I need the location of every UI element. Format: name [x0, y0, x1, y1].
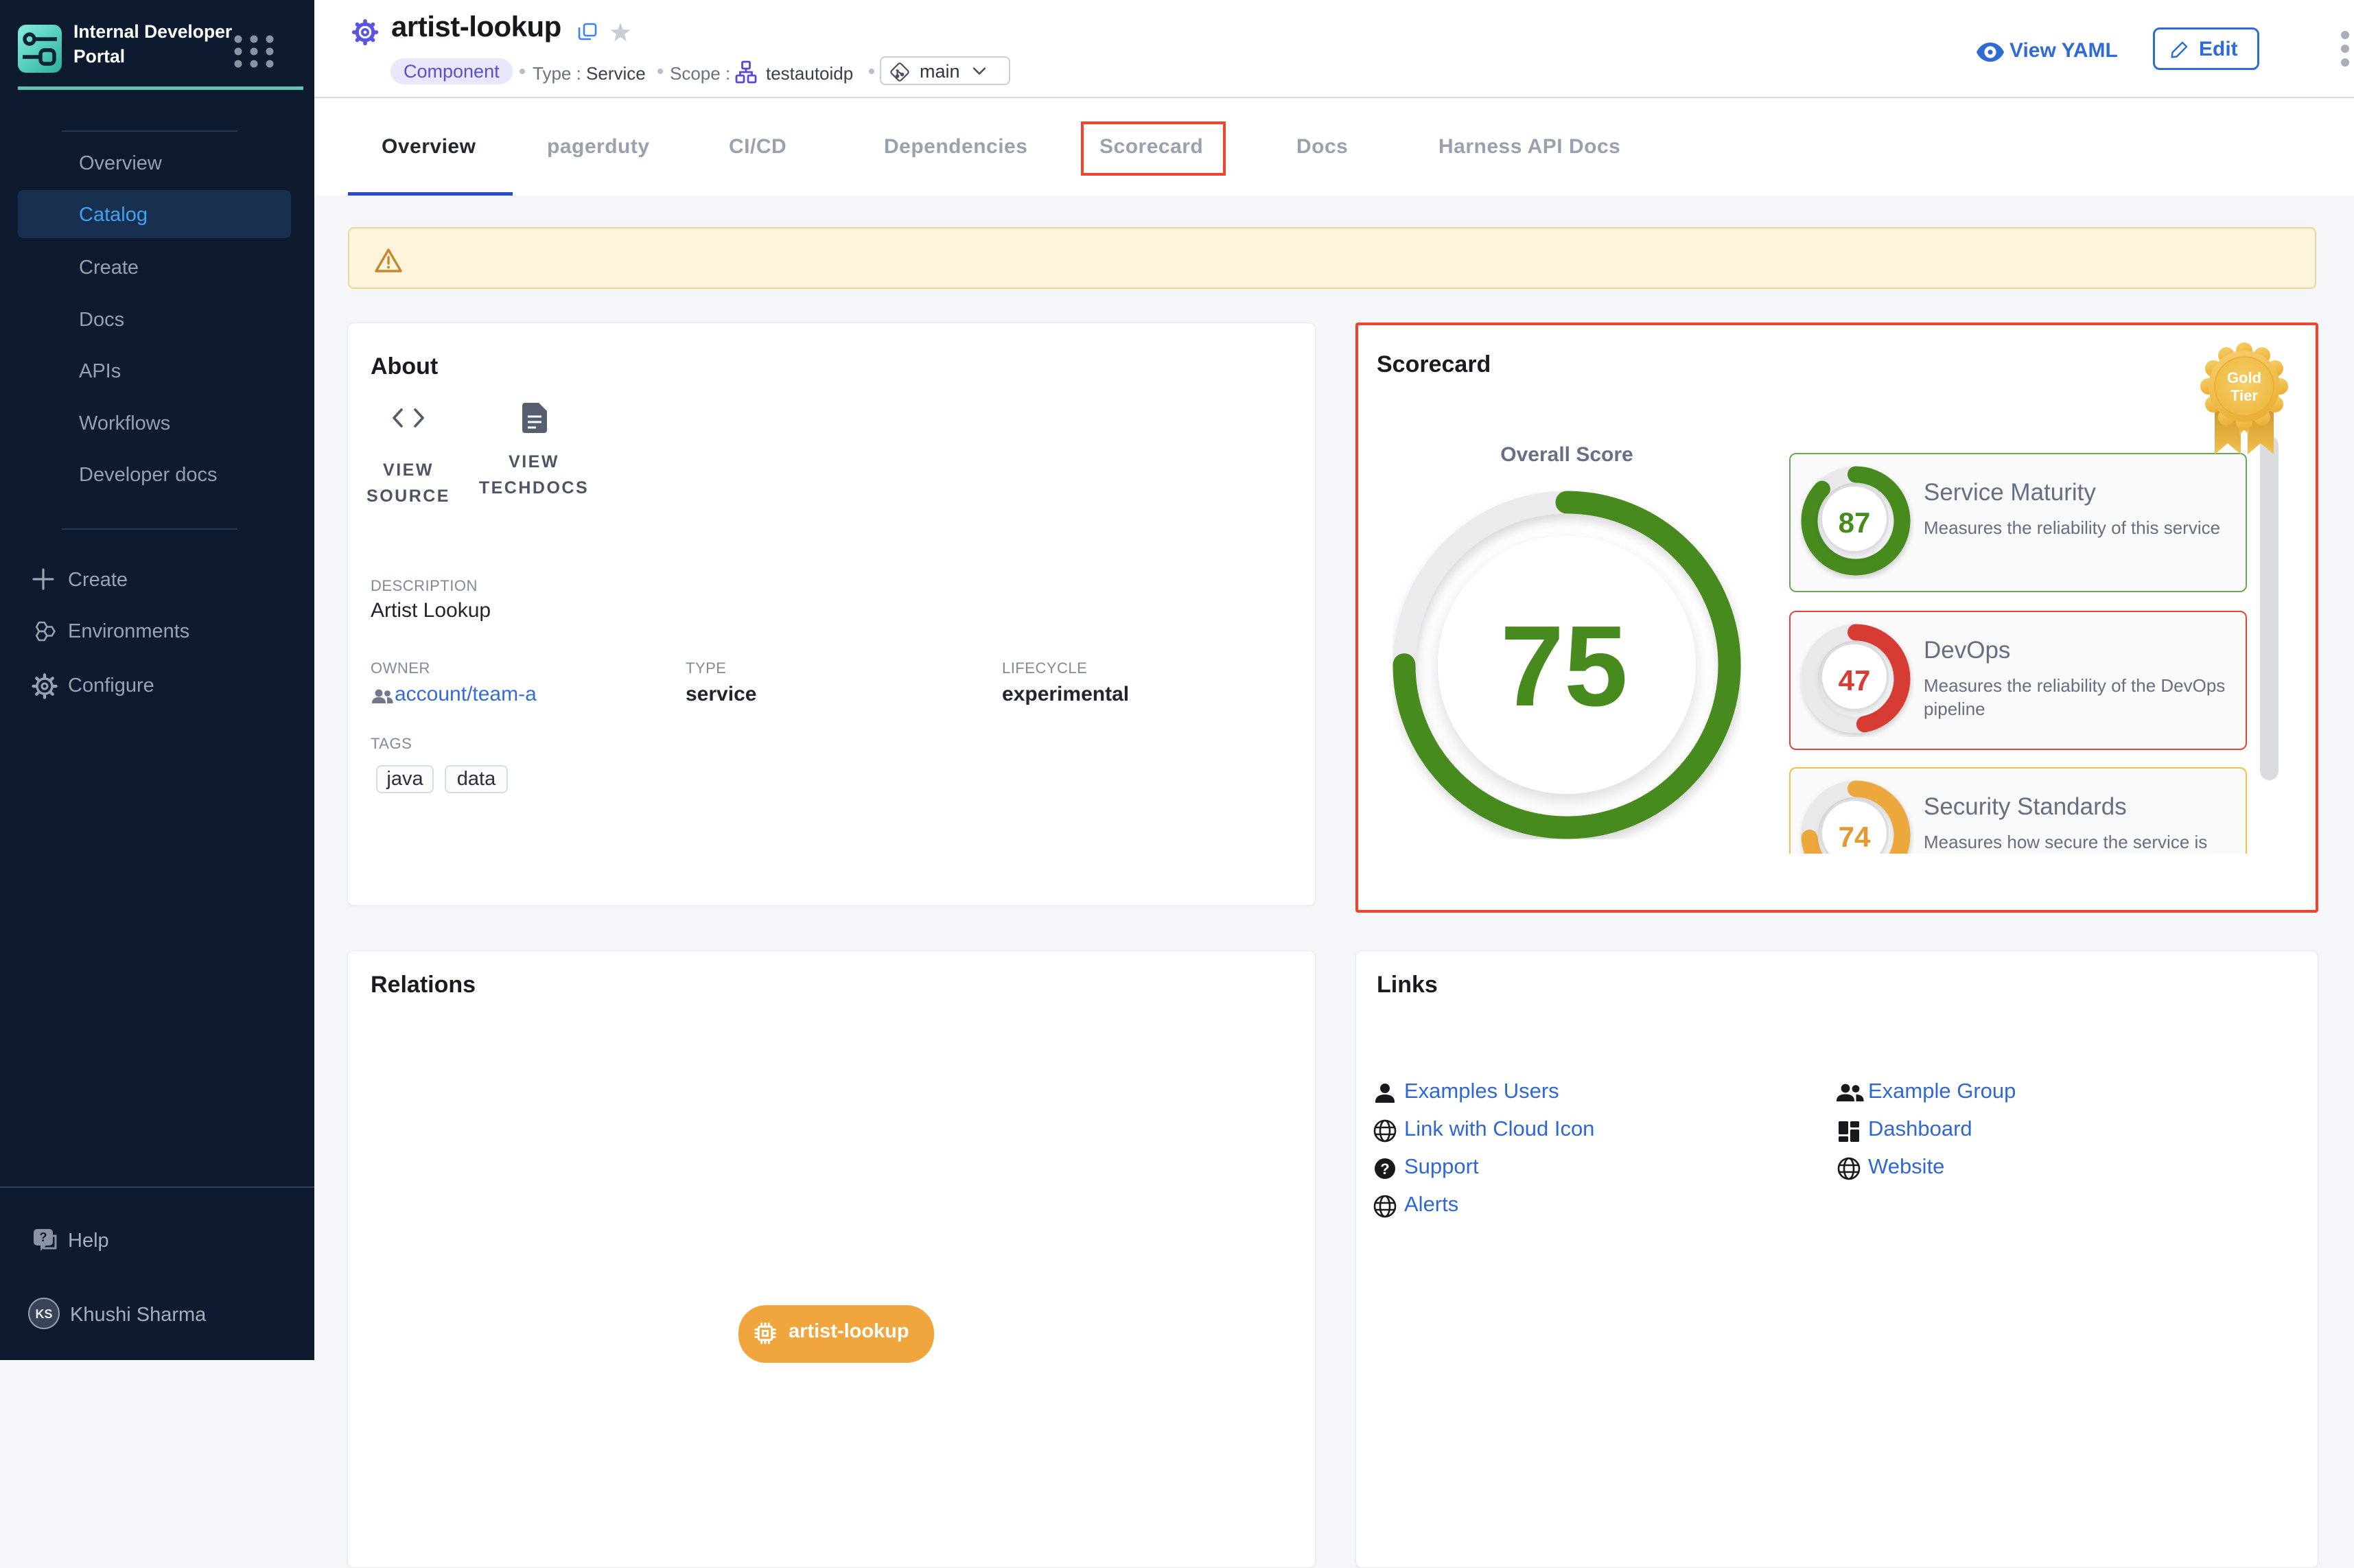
svg-text:Gold: Gold [2227, 369, 2261, 386]
svg-text:Tier: Tier [2230, 387, 2258, 404]
svg-text:?: ? [40, 1230, 47, 1244]
svg-text:?: ? [1380, 1160, 1389, 1178]
